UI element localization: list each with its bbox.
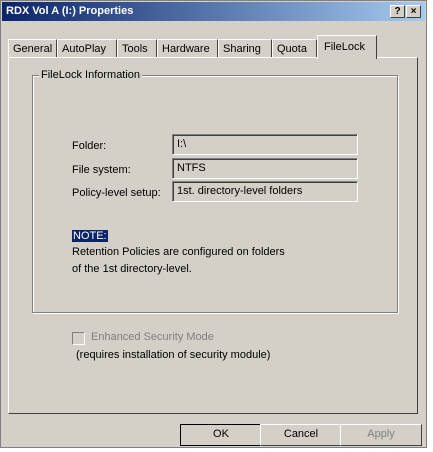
folder-field: I:\ (172, 134, 358, 155)
note-title: NOTE: (72, 230, 108, 242)
note-line-2: of the 1st directory-level. (72, 263, 192, 275)
title-bar[interactable]: RDX Vol A (I:) Properties ? × (2, 2, 425, 21)
filesystem-field: NTFS (172, 158, 358, 179)
enhanced-security-label: Enhanced Security Mode (91, 331, 214, 343)
filesystem-label: File system: (72, 164, 131, 176)
ok-button[interactable]: OK (180, 424, 262, 446)
folder-label: Folder: (72, 140, 107, 152)
note-line-1: Retention Policies are configured on fol… (72, 246, 285, 258)
tab-sharing[interactable]: Sharing (218, 39, 272, 58)
tab-hardware[interactable]: Hardware (157, 39, 218, 58)
note-text: Retention Policies are configured on fol… (72, 244, 285, 278)
tab-tools[interactable]: Tools (117, 39, 157, 58)
cancel-button[interactable]: Cancel (260, 424, 342, 446)
tab-general[interactable]: General (8, 39, 57, 58)
help-button[interactable]: ? (390, 5, 405, 18)
policy-label: Policy-level setup: (72, 187, 161, 199)
enhanced-security-checkbox[interactable] (72, 332, 85, 345)
policy-field: 1st. directory-level folders (172, 181, 358, 202)
security-module-note: (requires installation of security modul… (76, 349, 271, 361)
apply-button[interactable]: Apply (340, 424, 422, 446)
group-title: FileLock Information (39, 69, 143, 81)
window-title: RDX Vol A (I:) Properties (6, 5, 134, 17)
tab-filelock[interactable]: FileLock (317, 35, 377, 59)
close-button[interactable]: × (406, 5, 421, 18)
tab-quota[interactable]: Quota (272, 39, 317, 58)
tab-autoplay[interactable]: AutoPlay (57, 39, 117, 58)
